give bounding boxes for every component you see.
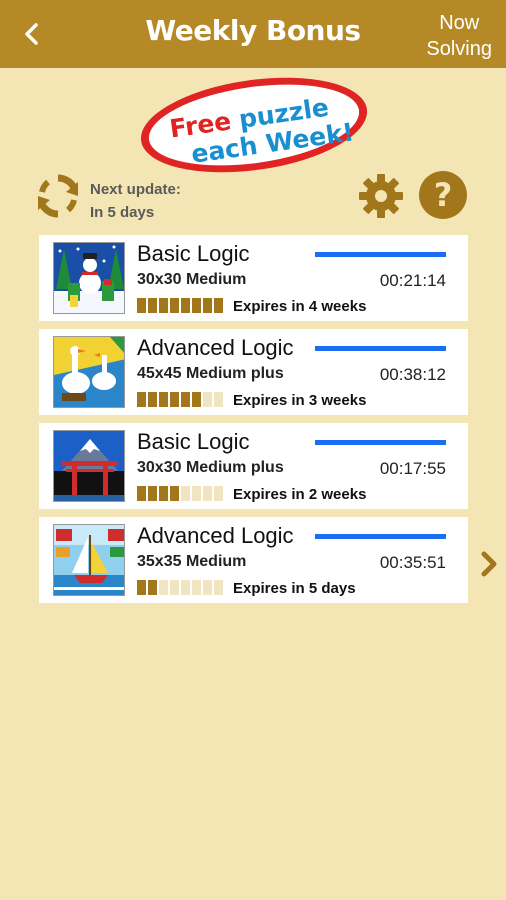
now-solving-line2: Solving (426, 38, 492, 60)
expiry-segment (137, 580, 146, 595)
puzzle-time: 00:21:14 (379, 271, 446, 290)
expiry-segment (137, 486, 146, 501)
refresh-icon[interactable] (34, 172, 82, 220)
expiry-segment (148, 298, 157, 313)
puzzle-expires: Expires in 2 weeks (233, 486, 367, 503)
puzzle-title: Basic Logic (137, 241, 250, 266)
svg-text:?: ? (434, 176, 453, 214)
puzzle-title: Advanced Logic (137, 523, 294, 548)
expiry-segment (137, 298, 146, 313)
expiry-segments (137, 580, 225, 595)
puzzle-time: 00:38:12 (379, 365, 446, 384)
expiry-segment (203, 486, 212, 501)
expiry-segment (192, 580, 201, 595)
expiry-segment (192, 298, 201, 313)
expiry-segment (181, 486, 190, 501)
puzzle-expires: Expires in 3 weeks (233, 392, 367, 409)
puzzle-size: 30x30 Medium plus (137, 459, 284, 476)
puzzle-expires: Expires in 5 days (233, 580, 356, 597)
now-solving-button[interactable]: Now Solving (426, 10, 492, 62)
expiry-segment (203, 298, 212, 313)
expiry-segment (203, 392, 212, 407)
expiry-segment (159, 486, 168, 501)
next-update-value: In 5 days (90, 204, 155, 221)
expiry-segment (170, 580, 179, 595)
puzzle-thumbnail (53, 524, 125, 596)
puzzle-title: Basic Logic (137, 429, 250, 454)
puzzle-card[interactable]: Advanced Logic 45x45 Medium plus 00:38:1… (39, 329, 468, 415)
puzzle-progress-bar (315, 440, 446, 445)
expiry-segment (148, 580, 157, 595)
puzzle-card[interactable]: Basic Logic 30x30 Medium plus 00:17:55 E… (39, 423, 468, 509)
puzzle-size: 30x30 Medium (137, 271, 247, 288)
expiry-segment (159, 298, 168, 313)
puzzle-progress-bar (315, 346, 446, 351)
expiry-segment (203, 580, 212, 595)
back-arrow-icon (25, 23, 38, 45)
now-solving-line1: Now (439, 12, 480, 34)
expiry-segment (137, 392, 146, 407)
gear-icon[interactable] (357, 172, 405, 220)
expiry-segment (170, 298, 179, 313)
puzzle-thumbnail (53, 430, 125, 502)
puzzle-size: 45x45 Medium plus (137, 365, 284, 382)
page-title: Weekly Bonus (145, 14, 361, 47)
puzzle-expires: Expires in 4 weeks (233, 298, 367, 315)
expiry-segment (181, 392, 190, 407)
expiry-segment (214, 486, 223, 501)
expiry-segment (214, 392, 223, 407)
expiry-segments (137, 486, 225, 501)
free-puzzle-badge: Free puzzle each Week! (140, 77, 368, 173)
back-button[interactable] (12, 14, 52, 54)
progress-fill (315, 252, 446, 257)
progress-fill (315, 534, 446, 539)
expiry-segment (148, 486, 157, 501)
expiry-segment (214, 580, 223, 595)
progress-fill (315, 440, 446, 445)
puzzle-progress-bar (315, 534, 446, 539)
top-bar: Weekly Bonus Now Solving (0, 0, 506, 68)
puzzle-card[interactable]: Basic Logic 30x30 Medium 00:21:14 Expire… (39, 235, 468, 321)
next-update-info: Next update: In 5 days (90, 178, 181, 224)
expiry-segment (214, 298, 223, 313)
puzzle-progress-bar (315, 252, 446, 257)
puzzle-time: 00:35:51 (379, 553, 446, 572)
expiry-segment (181, 580, 190, 595)
chevron-right-icon[interactable] (478, 550, 500, 578)
puzzle-thumbnail (53, 336, 125, 408)
expiry-segment (159, 392, 168, 407)
puzzle-thumbnail (53, 242, 125, 314)
expiry-segment (181, 298, 190, 313)
next-update-label: Next update: (90, 181, 181, 198)
puzzle-title: Advanced Logic (137, 335, 294, 360)
puzzle-card[interactable]: Advanced Logic 35x35 Medium 00:35:51 Exp… (39, 517, 468, 603)
expiry-segment (148, 392, 157, 407)
help-icon[interactable]: ? (418, 170, 468, 220)
expiry-segment (159, 580, 168, 595)
expiry-segments (137, 392, 225, 407)
expiry-segment (170, 392, 179, 407)
puzzle-size: 35x35 Medium (137, 553, 247, 570)
expiry-segments (137, 298, 225, 313)
progress-fill (315, 346, 446, 351)
expiry-segment (170, 486, 179, 501)
puzzle-time: 00:17:55 (379, 459, 446, 478)
expiry-segment (192, 392, 201, 407)
expiry-segment (192, 486, 201, 501)
